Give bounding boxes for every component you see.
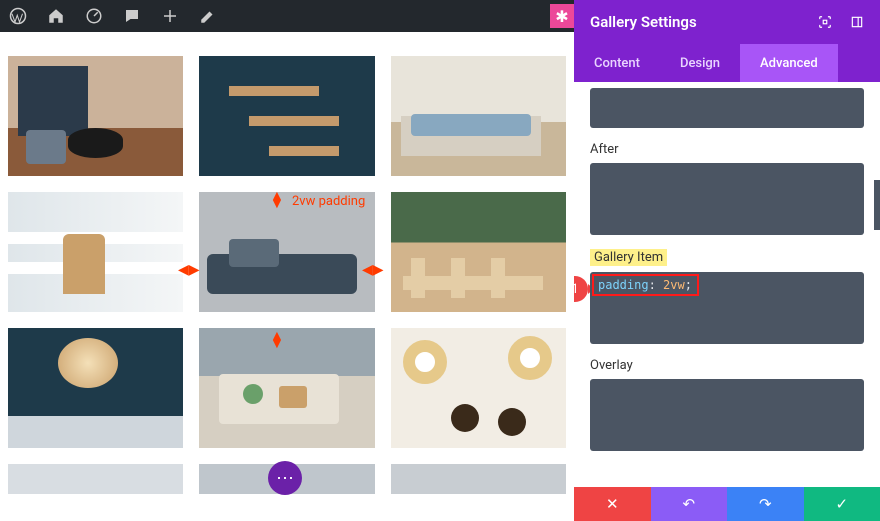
tab-advanced[interactable]: Advanced — [740, 44, 838, 82]
overlay-label: Overlay — [590, 358, 633, 373]
step-number: 1 — [574, 282, 579, 297]
annotation-text: 2vw padding — [292, 194, 365, 209]
gallery-content: ▲ ▼ 2vw padding ◀▶ ◀▶ ▲ ▼ ⋯ — [0, 32, 574, 521]
padding-annotation-bottom: ▲ ▼ — [270, 332, 284, 348]
undo-icon: ↶ — [682, 495, 695, 513]
tab-content[interactable]: Content — [574, 44, 660, 82]
panel-body: After Gallery Item 1 padding: 2vw; Overl… — [574, 82, 880, 487]
expand-icon[interactable] — [818, 15, 832, 29]
gallery-tile[interactable] — [199, 192, 374, 312]
gallery-tile[interactable] — [391, 328, 566, 448]
ellipsis-icon: ⋯ — [276, 468, 294, 489]
overlay-codebox[interactable] — [590, 379, 864, 451]
snap-icon[interactable] — [850, 15, 864, 29]
gallery-tile[interactable] — [8, 328, 183, 448]
scrollbar[interactable] — [874, 180, 880, 230]
plus-icon[interactable] — [160, 6, 180, 26]
gallery-grid — [8, 56, 566, 494]
gallery-item-label: Gallery Item — [590, 249, 667, 266]
panel-tabs: Content Design Advanced — [574, 44, 880, 82]
panel-title: Gallery Settings — [590, 13, 697, 31]
dashboard-icon[interactable] — [84, 6, 104, 26]
confirm-button[interactable]: ✓ — [804, 487, 880, 521]
redo-icon: ↷ — [759, 495, 772, 513]
comment-icon[interactable] — [122, 6, 142, 26]
home-icon[interactable] — [46, 6, 66, 26]
settings-panel: Gallery Settings Content Design Advanced… — [574, 0, 880, 521]
panel-footer: ✕ ↶ ↷ ✓ — [574, 487, 880, 521]
padding-annotation-left: ◀▶ — [178, 262, 200, 278]
cancel-button[interactable]: ✕ — [574, 487, 651, 521]
panel-header: Gallery Settings — [574, 0, 880, 44]
before-codebox[interactable] — [590, 88, 864, 128]
gallery-tile[interactable] — [8, 464, 183, 494]
close-icon: ✕ — [606, 495, 619, 513]
step-badge: 1 — [574, 276, 588, 302]
tab-design[interactable]: Design — [660, 44, 740, 82]
highlight-box — [592, 274, 699, 296]
padding-annotation-top: ▲ ▼ — [270, 192, 284, 208]
gallery-tile[interactable] — [8, 56, 183, 176]
pencil-icon[interactable] — [198, 6, 218, 26]
wordpress-icon[interactable] — [8, 6, 28, 26]
after-codebox[interactable] — [590, 163, 864, 235]
gallery-tile[interactable] — [391, 56, 566, 176]
undo-button[interactable]: ↶ — [651, 487, 728, 521]
padding-annotation-label: 2vw padding — [292, 194, 365, 209]
gallery-tile[interactable] — [391, 464, 566, 494]
star-badge-icon[interactable]: ✱ — [550, 4, 574, 28]
gallery-tile[interactable] — [199, 56, 374, 176]
check-icon: ✓ — [835, 495, 848, 513]
padding-annotation-right: ◀▶ — [362, 262, 384, 278]
module-fab-button[interactable]: ⋯ — [268, 461, 302, 495]
after-label: After — [590, 142, 619, 157]
gallery-tile[interactable] — [391, 192, 566, 312]
gallery-item-codebox[interactable]: padding: 2vw; — [590, 272, 864, 344]
redo-button[interactable]: ↷ — [727, 487, 804, 521]
gallery-tile[interactable] — [199, 328, 374, 448]
gallery-tile[interactable] — [8, 192, 183, 312]
